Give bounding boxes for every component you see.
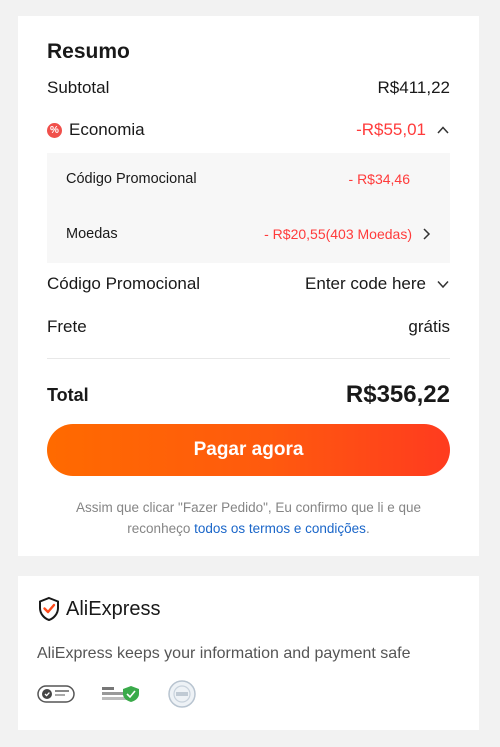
safety-message: AliExpress keeps your information and pa… bbox=[37, 645, 411, 662]
savings-label: Economia bbox=[69, 120, 145, 139]
chevron-up-icon[interactable] bbox=[436, 123, 450, 137]
trust-badges bbox=[37, 679, 197, 709]
terms-notice: Assim que clicar "Fazer Pedido", Eu conf… bbox=[47, 497, 450, 539]
shipping-value: grátis bbox=[408, 317, 450, 336]
subtotal-value: R$411,22 bbox=[377, 78, 450, 97]
chevron-down-icon[interactable] bbox=[436, 277, 450, 291]
total-row: Total R$356,22 bbox=[47, 381, 450, 409]
promo-code-label: Código Promocional bbox=[47, 274, 201, 293]
savings-value: -R$55,01 bbox=[356, 120, 426, 139]
pci-dss-icon bbox=[168, 680, 196, 708]
pay-now-button[interactable]: Pagar agora bbox=[47, 424, 450, 476]
savings-item-label: Moedas bbox=[66, 226, 118, 242]
savings-item-value: - R$34,46 bbox=[348, 171, 410, 187]
total-label: Total bbox=[47, 384, 89, 405]
summary-title: Resumo bbox=[47, 40, 130, 63]
brand: AliExpress bbox=[37, 596, 160, 622]
terms-link[interactable]: todos os termos e condições bbox=[194, 521, 366, 536]
security-certified-icon bbox=[102, 686, 139, 702]
shipping-row: Frete grátis bbox=[47, 317, 450, 337]
shipping-label: Frete bbox=[47, 317, 87, 336]
chevron-right-icon[interactable] bbox=[420, 227, 432, 241]
savings-row[interactable]: % Economia -R$55,01 bbox=[47, 120, 450, 140]
promo-code-input[interactable]: Enter code here bbox=[305, 274, 426, 294]
visa-secure-icon bbox=[37, 685, 75, 703]
order-summary-card: Resumo Subtotal R$411,22 % Economia -R$5… bbox=[18, 16, 479, 556]
promo-code-row[interactable]: Código Promocional Enter code here bbox=[47, 274, 450, 294]
savings-item-promo: Código Promocional - R$34,46 bbox=[66, 171, 432, 187]
savings-item-value: - R$20,55(403 Moedas) bbox=[264, 226, 412, 242]
divider bbox=[47, 358, 450, 359]
savings-breakdown: Código Promocional - R$34,46 Moedas - R$… bbox=[47, 153, 450, 263]
terms-end: . bbox=[365, 521, 370, 536]
subtotal-row: Subtotal R$411,22 bbox=[47, 78, 450, 98]
payment-safety-card: AliExpress AliExpress keeps your informa… bbox=[18, 576, 479, 730]
savings-item-coins[interactable]: Moedas - R$20,55(403 Moedas) bbox=[66, 226, 432, 242]
total-value: R$356,22 bbox=[345, 381, 450, 408]
brand-name: AliExpress bbox=[66, 597, 161, 620]
shield-check-icon bbox=[39, 596, 59, 622]
subtotal-label: Subtotal bbox=[47, 78, 110, 97]
savings-item-label: Código Promocional bbox=[66, 171, 197, 187]
discount-icon: % bbox=[47, 122, 62, 138]
